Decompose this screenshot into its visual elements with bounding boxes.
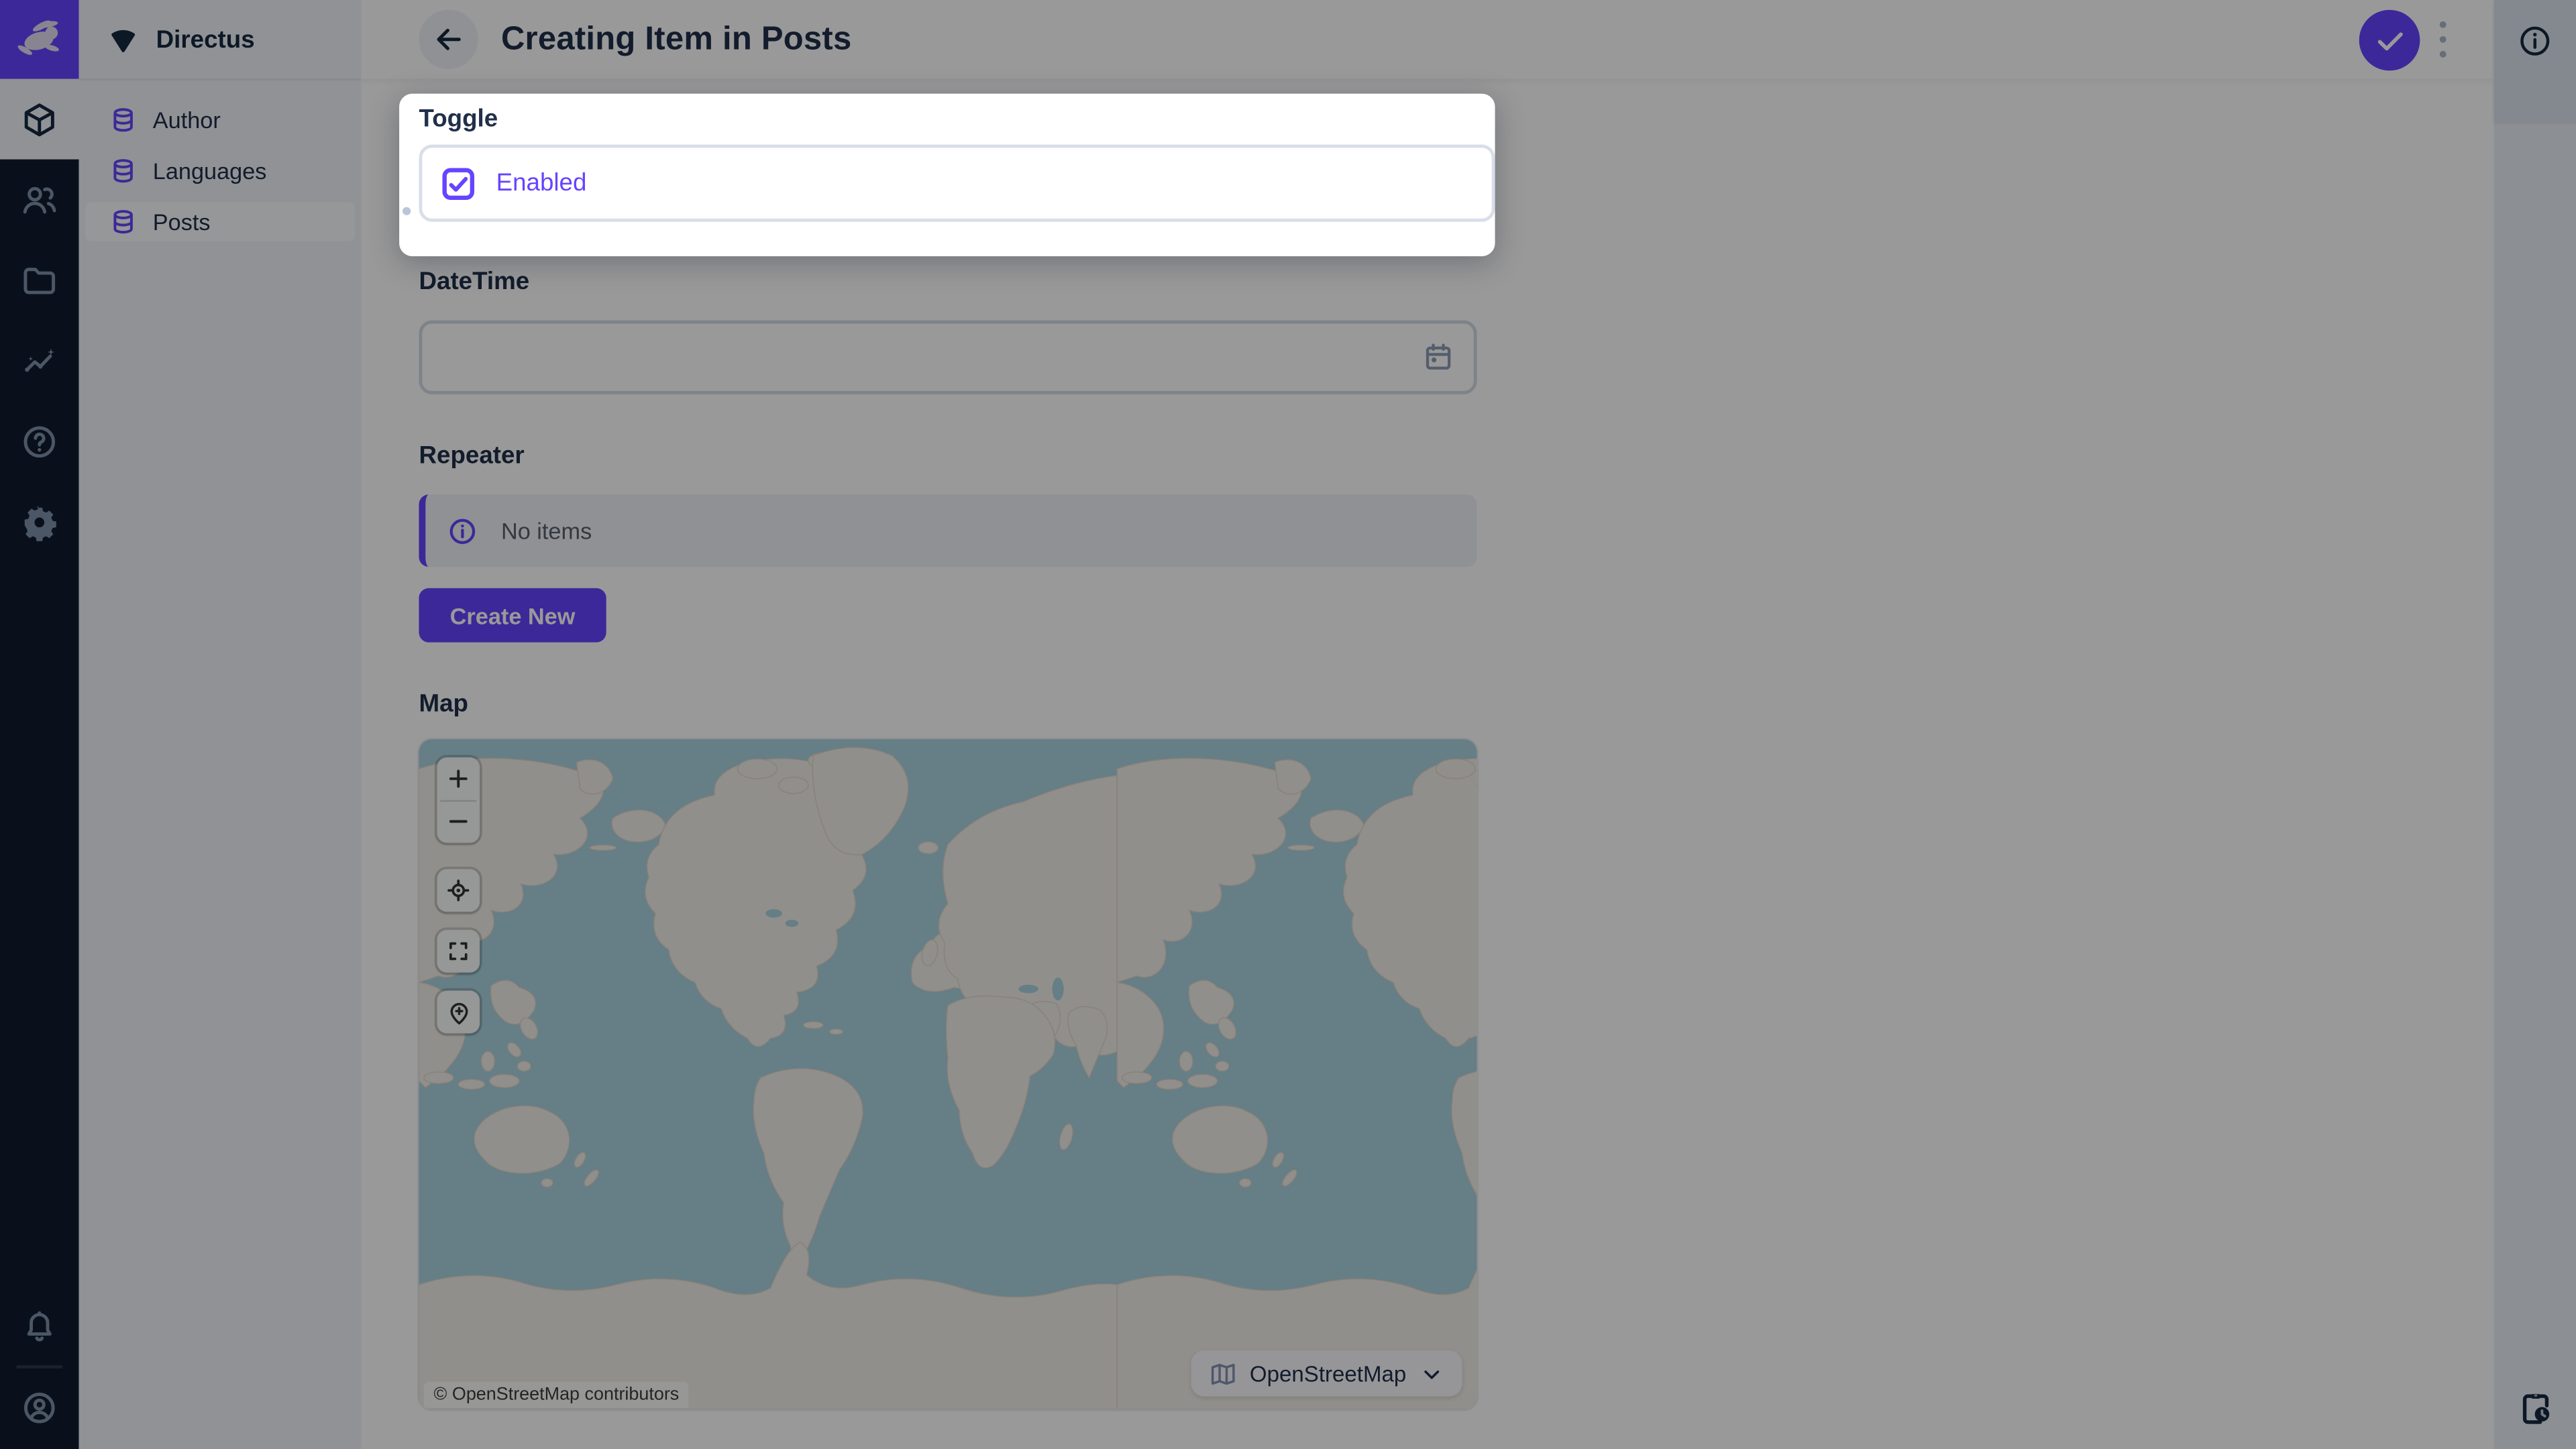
toggle-field-card: Toggle Enabled [399,94,1495,256]
toggle-option-label: Enabled [496,169,587,197]
field-edited-dot [402,207,411,215]
toggle-field-label: Toggle [419,105,498,133]
toggle-input[interactable]: Enabled [419,145,1495,222]
app-window: Directus Author Languages [0,0,2576,1449]
checkbox-checked-icon[interactable] [442,167,475,200]
